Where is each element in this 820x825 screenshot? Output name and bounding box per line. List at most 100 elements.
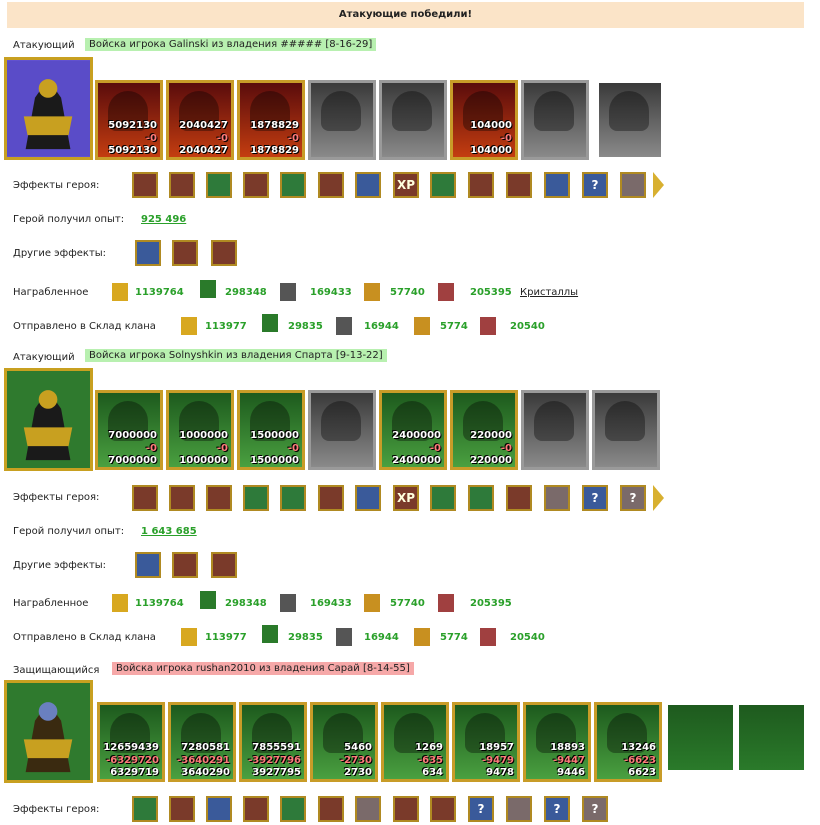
ring-icon[interactable] bbox=[620, 172, 646, 198]
unit-card[interactable] bbox=[592, 390, 660, 470]
hero-portrait[interactable] bbox=[4, 368, 93, 471]
unit-card[interactable]: 1500000 -0 1500000 bbox=[237, 390, 305, 470]
xp-boost-icon[interactable] bbox=[430, 485, 456, 511]
unit-card[interactable]: 104000 -0 104000 bbox=[450, 80, 518, 160]
crystals-link[interactable]: Кристаллы bbox=[520, 287, 578, 298]
sword-icon[interactable] bbox=[280, 172, 306, 198]
dice-icon[interactable] bbox=[169, 485, 195, 511]
scroll-right-icon[interactable] bbox=[653, 485, 664, 511]
unit-card[interactable]: 5092130 -0 5092130 bbox=[95, 80, 163, 160]
reward-label: Награбленное bbox=[13, 598, 89, 609]
spider-icon[interactable] bbox=[355, 796, 381, 822]
claw-icon[interactable] bbox=[468, 172, 494, 198]
question-icon[interactable]: ? bbox=[582, 172, 608, 198]
question-icon[interactable]: ? bbox=[582, 485, 608, 511]
unit-card[interactable] bbox=[596, 80, 664, 160]
exp-value[interactable]: 925 496 bbox=[141, 214, 186, 225]
hero-portrait[interactable] bbox=[4, 57, 93, 160]
question-icon[interactable]: ? bbox=[468, 796, 494, 822]
unit-losses: -9447 bbox=[553, 755, 585, 766]
boot-icon[interactable] bbox=[468, 485, 494, 511]
sword-icon[interactable] bbox=[135, 240, 161, 266]
sword-icon[interactable] bbox=[211, 552, 237, 578]
effects-label: Эффекты героя: bbox=[13, 180, 100, 191]
unit-card[interactable] bbox=[308, 390, 376, 470]
unit-card[interactable]: 13246 -6623 6623 bbox=[594, 702, 662, 782]
spider-icon[interactable] bbox=[544, 485, 570, 511]
unit-losses: -0 bbox=[500, 443, 512, 454]
cross-icon[interactable] bbox=[506, 485, 532, 511]
shield-icon[interactable] bbox=[206, 172, 232, 198]
wood-icon bbox=[200, 280, 216, 298]
tower-icon[interactable] bbox=[668, 705, 733, 770]
hand-icon[interactable] bbox=[355, 485, 381, 511]
handshake-icon[interactable] bbox=[169, 796, 195, 822]
hand-icon[interactable] bbox=[355, 172, 381, 198]
reward-label: Награбленное bbox=[13, 287, 89, 298]
cross-icon[interactable] bbox=[506, 172, 532, 198]
unit-card[interactable]: 18893 -9447 9446 bbox=[523, 702, 591, 782]
unit-card[interactable]: 5460 -2730 2730 bbox=[310, 702, 378, 782]
unit-count: 1878829 bbox=[250, 120, 299, 131]
shield-icon[interactable] bbox=[243, 485, 269, 511]
question-icon[interactable]: ? bbox=[582, 796, 608, 822]
unit-card[interactable]: 220000 -0 220000 bbox=[450, 390, 518, 470]
effect-icon[interactable] bbox=[132, 172, 158, 198]
shield-icon[interactable] bbox=[280, 796, 306, 822]
xp-icon[interactable]: XP bbox=[393, 172, 419, 198]
scroll-right-icon[interactable] bbox=[653, 172, 664, 198]
unit-count: 1500000 bbox=[250, 430, 299, 441]
unit-card[interactable]: 7000000 -0 7000000 bbox=[95, 390, 163, 470]
unit-card[interactable]: 2040427 -0 2040427 bbox=[166, 80, 234, 160]
unit-losses: -0 bbox=[216, 443, 228, 454]
tower-icon[interactable] bbox=[739, 705, 804, 770]
unit-card[interactable]: 2400000 -0 2400000 bbox=[379, 390, 447, 470]
unit-card[interactable] bbox=[308, 80, 376, 160]
ring-icon[interactable] bbox=[506, 796, 532, 822]
sword-icon[interactable] bbox=[211, 240, 237, 266]
xp-icon[interactable]: XP bbox=[393, 485, 419, 511]
unit-card[interactable]: 7280581 -3640291 3640290 bbox=[168, 702, 236, 782]
xp-boost-icon[interactable] bbox=[430, 172, 456, 198]
unit-card[interactable]: 18957 -9479 9478 bbox=[452, 702, 520, 782]
gold-value: 113977 bbox=[205, 632, 247, 643]
wheat-icon bbox=[364, 283, 380, 301]
ore-icon bbox=[280, 594, 296, 612]
cross-icon[interactable] bbox=[393, 796, 419, 822]
handshake-icon[interactable] bbox=[206, 485, 232, 511]
unit-card[interactable] bbox=[379, 80, 447, 160]
sword-icon[interactable] bbox=[172, 240, 198, 266]
unit-card[interactable]: 7855591 -3927796 3927795 bbox=[239, 702, 307, 782]
exp-value[interactable]: 1 643 685 bbox=[141, 526, 197, 537]
unit-card[interactable]: 12659439 -6329720 6329719 bbox=[97, 702, 165, 782]
unit-card[interactable] bbox=[521, 390, 589, 470]
handshake-icon[interactable] bbox=[318, 172, 344, 198]
unit-remaining: 2730 bbox=[344, 767, 372, 778]
hero-portrait[interactable] bbox=[4, 680, 93, 783]
unit-losses: -0 bbox=[500, 133, 512, 144]
handshake-icon[interactable] bbox=[318, 485, 344, 511]
unit-card[interactable]: 1000000 -0 1000000 bbox=[166, 390, 234, 470]
unit-card[interactable]: 1878829 -0 1878829 bbox=[237, 80, 305, 160]
hand-icon[interactable] bbox=[206, 796, 232, 822]
sword-icon[interactable] bbox=[172, 552, 198, 578]
unit-remaining: 104000 bbox=[470, 145, 512, 156]
wheat-value: 57740 bbox=[390, 598, 425, 609]
question-icon[interactable]: ? bbox=[544, 796, 570, 822]
armor-icon[interactable] bbox=[430, 796, 456, 822]
unit-count: 1000000 bbox=[179, 430, 228, 441]
sword-icon[interactable] bbox=[132, 796, 158, 822]
unit-count: 5092130 bbox=[108, 120, 157, 131]
wheat-value: 5774 bbox=[440, 632, 468, 643]
unit-card[interactable] bbox=[521, 80, 589, 160]
question-icon[interactable]: ? bbox=[620, 485, 646, 511]
effect-icon[interactable] bbox=[132, 485, 158, 511]
boot-icon[interactable] bbox=[243, 796, 269, 822]
handshake-icon[interactable] bbox=[318, 796, 344, 822]
unit-card[interactable]: 1269 -635 634 bbox=[381, 702, 449, 782]
dice-icon[interactable] bbox=[169, 172, 195, 198]
handshake-icon[interactable] bbox=[243, 172, 269, 198]
armor-icon[interactable] bbox=[544, 172, 570, 198]
sword-icon[interactable] bbox=[280, 485, 306, 511]
sword-icon[interactable] bbox=[135, 552, 161, 578]
